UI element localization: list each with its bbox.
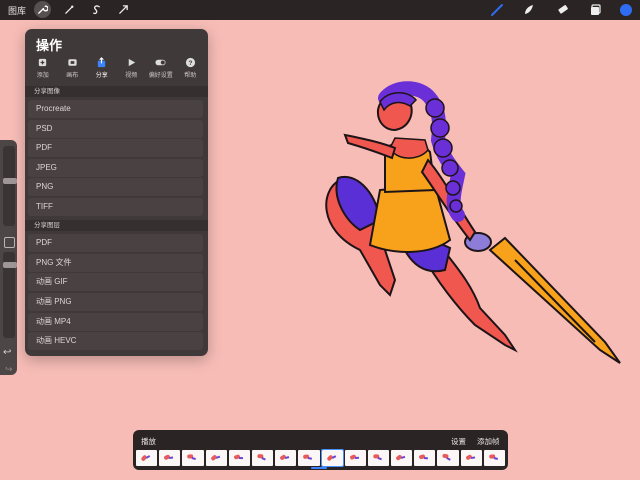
tab-preferences-label: 偏好设置 [148,73,173,79]
frame-thumbnail [139,451,152,464]
actions-panel: 操作 添加 画布 分享 视频 偏好设置 ? 帮助 分享图像 Procreate … [25,29,208,356]
frame-thumbnail [349,453,359,463]
frame-thumbnail [395,452,407,464]
share-layers-anim-hevc[interactable]: 动画 HEVC [28,332,203,350]
timeline-frame[interactable] [251,450,274,466]
tab-canvas[interactable]: 画布 [58,57,88,79]
top-toolbar: 图库 [0,0,640,20]
frame-thumbnail [465,452,476,462]
tab-share-label: 分享 [95,73,108,79]
current-frame-indicator [311,467,327,469]
tab-video-label: 视频 [125,73,138,79]
frame-thumbnail [303,452,315,463]
settings-button[interactable]: 设置 [451,436,466,447]
opacity-slider[interactable] [3,252,17,338]
modify-button[interactable] [4,237,15,248]
smudge-icon[interactable] [521,2,537,18]
share-image-png[interactable]: PNG [28,178,203,196]
frame-thumbnail [256,451,269,463]
frame-thumbnail [419,453,430,463]
share-icon [96,57,108,68]
layers-icon[interactable] [588,2,604,18]
color-swatch[interactable] [618,2,634,18]
toggle-icon [155,57,167,68]
timeline-frame[interactable] [228,450,250,466]
canvas-icon [66,57,78,68]
opacity-thumb[interactable] [3,262,17,268]
brush-size-thumb[interactable] [3,178,17,184]
frame-strip [136,449,505,467]
share-image-psd[interactable]: PSD [28,120,203,138]
tab-share[interactable]: 分享 [87,57,117,79]
magic-wand-icon[interactable] [61,1,78,18]
share-image-procreate[interactable]: Procreate [28,100,203,118]
tab-help[interactable]: ? 帮助 [176,57,206,79]
timeline-frame[interactable] [298,450,320,466]
timeline-frame[interactable] [136,450,158,466]
panel-title: 操作 [36,38,63,53]
gallery-button[interactable]: 图库 [8,4,26,17]
transform-arrow-icon[interactable] [115,1,132,18]
share-layers-png-files[interactable]: PNG 文件 [28,254,203,272]
timeline-frame[interactable] [414,450,436,466]
selection-s-icon[interactable] [88,1,105,18]
video-play-icon [125,57,137,68]
play-button[interactable]: 播放 [141,436,156,447]
tab-preferences[interactable]: 偏好设置 [146,57,176,79]
frame-thumbnail [209,452,222,464]
sidebar-slider-rail: ↩ ↪ [0,140,17,375]
brush-size-slider[interactable] [3,146,17,226]
share-layers-anim-gif[interactable]: 动画 GIF [28,273,203,291]
frame-thumbnail [372,452,384,464]
share-layers-anim-mp4[interactable]: 动画 MP4 [28,313,203,331]
timeline-frame[interactable] [344,450,366,466]
animation-timeline: 播放 设置 添加帧 [133,430,508,470]
frame-thumbnail [164,452,175,462]
add-icon [37,57,49,68]
share-image-jpeg[interactable]: JPEG [28,159,203,177]
tab-canvas-label: 画布 [66,73,79,79]
frame-thumbnail [488,452,500,463]
actions-tabs: 添加 画布 分享 视频 偏好设置 ? 帮助 [28,57,205,79]
timeline-frame[interactable] [159,450,181,466]
share-image-header: 分享图像 [25,86,208,97]
frame-thumbnail [279,452,291,463]
frame-thumbnail [186,452,198,463]
undo-icon[interactable]: ↩ [3,347,11,358]
share-image-pdf[interactable]: PDF [28,139,203,157]
share-layers-pdf[interactable]: PDF [28,234,203,252]
tab-help-label: 帮助 [184,73,197,79]
share-image-tiff[interactable]: TIFF [28,198,203,216]
frame-thumbnail [325,451,338,463]
tab-add[interactable]: 添加 [28,57,58,79]
wrench-icon[interactable] [34,1,51,18]
timeline-frame[interactable] [367,450,390,466]
canvas-illustration [325,81,621,364]
brush-icon[interactable] [489,2,505,18]
eraser-icon[interactable] [555,2,571,18]
tab-add-label: 添加 [36,73,49,79]
timeline-frame[interactable] [391,450,413,466]
help-icon: ? [184,57,196,68]
timeline-frame[interactable] [205,450,227,466]
timeline-frame[interactable] [483,450,505,466]
redo-icon[interactable]: ↪ [5,364,13,375]
svg-text:?: ? [188,60,192,67]
add-frame-button[interactable]: 添加帧 [477,436,500,447]
frame-thumbnail [441,451,454,464]
timeline-frame[interactable] [182,450,204,466]
timeline-frame[interactable] [460,450,482,466]
timeline-frame[interactable] [275,450,297,466]
timeline-frame[interactable] [320,449,344,467]
share-layers-header: 分享图层 [25,220,208,231]
tab-video[interactable]: 视频 [117,57,147,79]
timeline-frame[interactable] [437,450,459,466]
frame-thumbnail [234,453,244,462]
share-layers-anim-png[interactable]: 动画 PNG [28,293,203,311]
